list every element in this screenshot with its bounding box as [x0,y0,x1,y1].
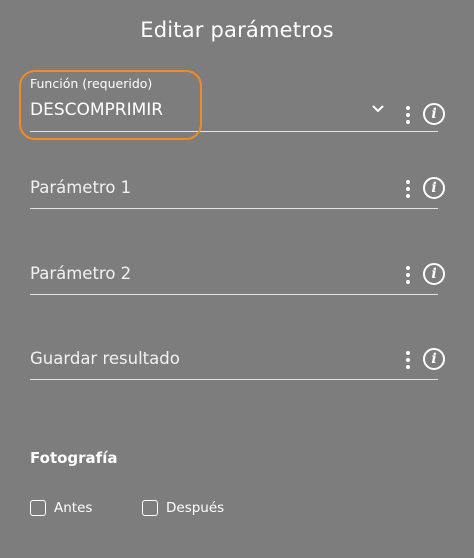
parametro-2-placeholder: Parámetro 2 [30,264,132,283]
despues-checkbox[interactable] [142,500,158,516]
parametro-1-underline [30,208,438,209]
antes-checkbox-row[interactable]: Antes [30,500,92,516]
fotografia-heading: Fotografía [30,449,118,467]
despues-checkbox-row[interactable]: Después [142,500,224,516]
dialog-title: Editar parámetros [140,18,334,42]
funcion-select[interactable]: Función (requerido) DESCOMPRIMIR [30,76,438,132]
parametro-1-more-vertical-icon[interactable] [403,178,413,200]
despues-label: Después [166,500,225,516]
parametro-1-placeholder: Parámetro 1 [30,178,132,197]
parametro-2-underline [30,294,438,295]
guardar-resultado-more-vertical-icon[interactable] [403,349,413,371]
funcion-label: Función (requerido) [30,76,153,91]
chevron-down-icon[interactable] [372,104,384,114]
parametro-1-input[interactable]: Parámetro 1 [30,170,438,209]
guardar-resultado-input[interactable]: Guardar resultado [30,341,438,380]
funcion-more-vertical-icon[interactable] [403,104,413,126]
guardar-resultado-underline [30,379,438,380]
parametro-2-info-icon[interactable]: i [423,263,445,285]
funcion-underline [30,131,438,132]
parametro-2-more-vertical-icon[interactable] [403,264,413,286]
parametro-1-info-icon[interactable]: i [423,177,445,199]
funcion-value: DESCOMPRIMIR [30,100,164,120]
parametro-2-input[interactable]: Parámetro 2 [30,256,438,295]
antes-checkbox[interactable] [30,500,46,516]
antes-label: Antes [54,500,93,516]
guardar-resultado-info-icon[interactable]: i [423,348,445,370]
guardar-resultado-placeholder: Guardar resultado [30,349,180,368]
funcion-info-icon[interactable]: i [423,103,445,125]
